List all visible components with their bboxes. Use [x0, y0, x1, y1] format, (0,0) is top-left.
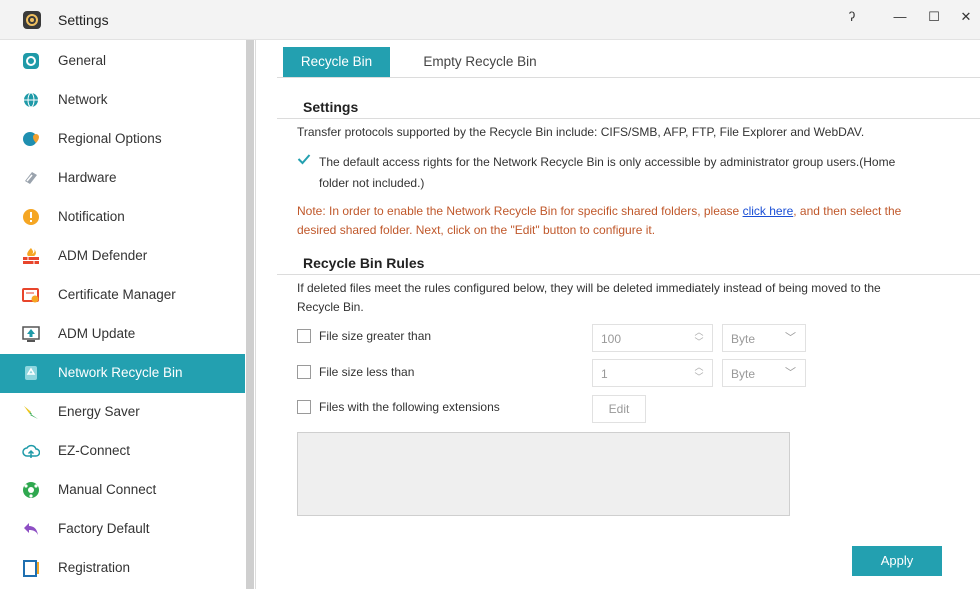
apply-button[interactable]: Apply — [852, 546, 942, 576]
note-text-continued: desired shared folder. Next, click on th… — [297, 223, 656, 237]
reset-icon — [22, 520, 40, 538]
rules-heading: Recycle Bin Rules — [303, 255, 425, 271]
sidebar-item-network-recycle-bin[interactable]: Network Recycle Bin — [0, 354, 245, 393]
protocols-text: Transfer protocols supported by the Recy… — [297, 125, 865, 139]
size-less-value: 1 — [601, 367, 608, 381]
sidebar-item-adm-update[interactable]: ADM Update — [0, 315, 245, 354]
firewall-icon — [22, 247, 40, 265]
note-suffix: , and then select the — [793, 204, 902, 218]
sidebar-item-label: General — [58, 53, 107, 68]
settings-heading: Settings — [303, 99, 359, 115]
sidebar-item-label: Network — [58, 92, 108, 107]
sidebar-item-network[interactable]: Network — [0, 81, 245, 120]
size-greater-unit: Byte — [731, 332, 756, 346]
sidebar-item-energy-saver[interactable]: Energy Saver — [0, 393, 245, 432]
update-icon — [22, 325, 40, 343]
tab-empty-recycle-bin[interactable]: Empty Recycle Bin — [415, 47, 545, 77]
sidebar-item-label: EZ-Connect — [58, 443, 131, 458]
manual-connect-icon — [22, 481, 40, 499]
rules-description: If deleted files meet the rules configur… — [297, 281, 881, 295]
tab-divider — [277, 77, 980, 78]
sidebar-item-hardware[interactable]: Hardware — [0, 159, 245, 198]
click-here-link[interactable]: click here — [743, 204, 794, 218]
tab-recycle-bin[interactable]: Recycle Bin — [283, 47, 390, 77]
settings-divider — [277, 118, 980, 119]
extensions-checkbox[interactable] — [297, 400, 311, 414]
notification-icon — [22, 208, 40, 226]
sidebar-scrollbar-thumb[interactable] — [246, 40, 254, 589]
spinner-arrows-icon[interactable]: ︿ ﹀ — [694, 362, 704, 382]
hardware-icon — [22, 169, 40, 187]
note-text: Note: In order to enable the Network Rec… — [297, 201, 977, 221]
sidebar-item-label: Hardware — [58, 170, 117, 185]
sidebar-item-certificate-manager[interactable]: Certificate Manager — [0, 276, 245, 315]
admin-only-checkbox[interactable] — [297, 152, 311, 166]
sidebar-item-manual-connect[interactable]: Manual Connect — [0, 471, 245, 510]
sidebar-item-label: Manual Connect — [58, 482, 157, 497]
recycle-icon — [22, 364, 40, 382]
sidebar-item-label: Notification — [58, 209, 125, 224]
size-less-unit-select[interactable]: Byte ﹀ — [722, 359, 806, 387]
note-prefix: Note: In order to enable the Network Rec… — [297, 204, 743, 218]
regional-icon — [22, 130, 40, 148]
sidebar-item-label: Network Recycle Bin — [58, 365, 183, 380]
size-greater-value: 100 — [601, 332, 622, 346]
sidebar-item-ez-connect[interactable]: EZ-Connect — [0, 432, 245, 471]
maximize-button[interactable]: ☐ — [920, 4, 948, 30]
sidebar-item-label: Factory Default — [58, 521, 150, 536]
extensions-label: Files with the following extensions — [319, 400, 500, 414]
sidebar-item-label: Energy Saver — [58, 404, 140, 419]
sidebar-scrollbar[interactable] — [246, 40, 254, 589]
size-less-unit: Byte — [731, 367, 756, 381]
admin-only-label: The default access rights for the Networ… — [319, 155, 896, 169]
sidebar-item-label: Regional Options — [58, 131, 162, 146]
rules-divider — [277, 274, 980, 275]
sidebar-item-label: Registration — [58, 560, 131, 575]
sidebar-item-label: ADM Defender — [58, 248, 148, 263]
general-icon — [22, 52, 40, 70]
globe-icon — [22, 91, 40, 109]
size-less-input[interactable]: 1 ︿ ﹀ — [592, 359, 713, 387]
admin-only-label-continued: folder not included.) — [319, 176, 425, 190]
size-greater-checkbox[interactable] — [297, 329, 311, 343]
sidebar-item-label: Certificate Manager — [58, 287, 176, 302]
sidebar-item-notification[interactable]: Notification — [0, 198, 245, 237]
cloud-upload-icon — [22, 442, 41, 460]
close-button[interactable]: ✕ — [952, 4, 980, 30]
help-button[interactable]: ʔ — [838, 4, 866, 30]
spinner-arrows-icon[interactable]: ︿ ﹀ — [694, 327, 704, 347]
size-less-checkbox[interactable] — [297, 365, 311, 379]
size-greater-unit-select[interactable]: Byte ﹀ — [722, 324, 806, 352]
chevron-down-icon: ﹀ — [785, 332, 796, 344]
sidebar-item-regional-options[interactable]: Regional Options — [0, 120, 245, 159]
settings-app-icon — [23, 11, 41, 29]
chevron-down-icon: ﹀ — [785, 367, 796, 379]
energy-icon — [22, 403, 40, 421]
window-title: Settings — [58, 12, 109, 28]
edit-extensions-button[interactable]: Edit — [592, 395, 646, 423]
sidebar-item-general[interactable]: General — [0, 42, 245, 81]
minimize-button[interactable]: — — [886, 4, 914, 30]
size-less-label: File size less than — [319, 365, 415, 379]
rules-description-continued: Recycle Bin. — [297, 300, 364, 314]
main-panel: Recycle Bin Empty Recycle Bin Settings T… — [257, 40, 980, 589]
sidebar-item-label: ADM Update — [58, 326, 136, 341]
title-bar: Settings ʔ — ☐ ✕ — [0, 0, 980, 40]
sidebar-item-adm-defender[interactable]: ADM Defender — [0, 237, 245, 276]
sidebar-item-registration[interactable]: Registration — [0, 549, 245, 588]
size-greater-input[interactable]: 100 ︿ ﹀ — [592, 324, 713, 352]
extensions-list-box[interactable] — [297, 432, 790, 516]
sidebar: General Network Regional Options Hardwar… — [0, 40, 256, 589]
certificate-icon — [22, 286, 40, 304]
registration-icon — [22, 559, 40, 577]
size-greater-label: File size greater than — [319, 329, 432, 343]
sidebar-item-factory-default[interactable]: Factory Default — [0, 510, 245, 549]
